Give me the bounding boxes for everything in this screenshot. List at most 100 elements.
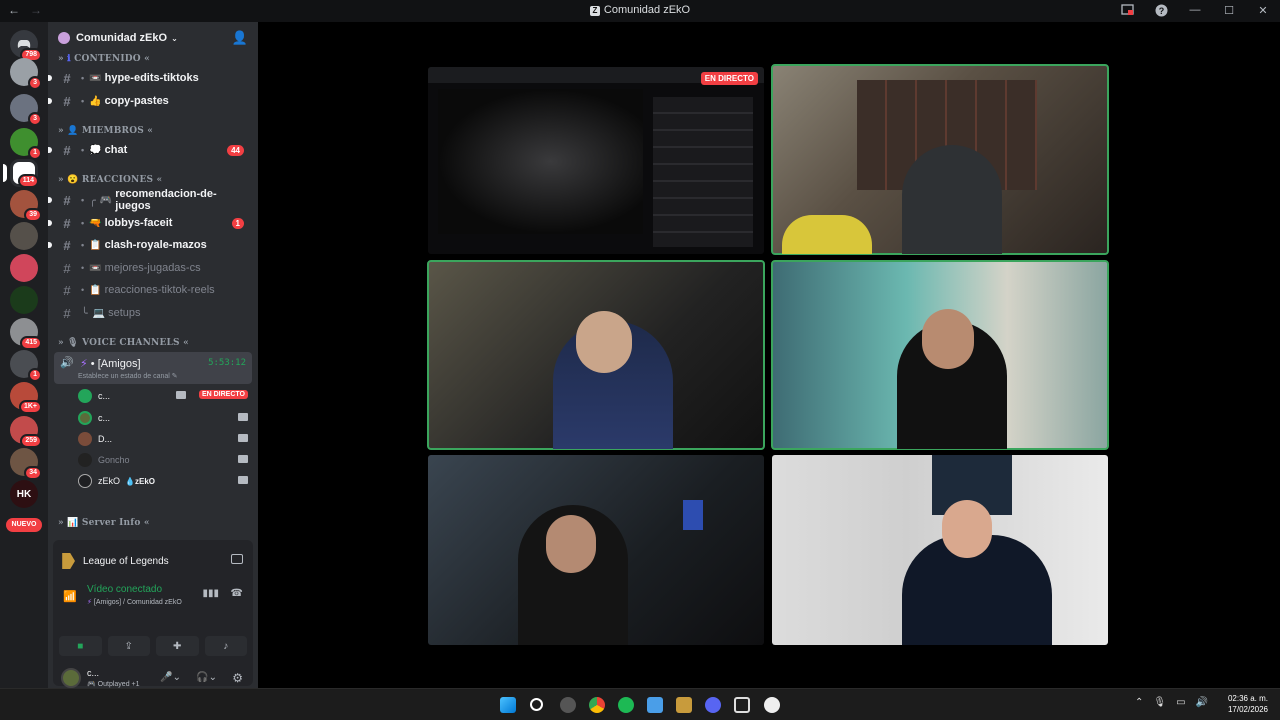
game-name: League of Legends — [83, 555, 169, 567]
server-icon[interactable] — [10, 286, 38, 314]
discord-icon[interactable] — [705, 697, 721, 713]
server-icon-active[interactable]: 114 — [3, 159, 39, 188]
window-title-text: Comunidad zEkO — [603, 4, 691, 16]
server-name: Comunidad zEkO — [76, 32, 168, 44]
gear-icon[interactable]: ⚙ — [232, 671, 243, 685]
channel-name: setups — [108, 307, 141, 319]
unread-badge: 34 — [24, 466, 42, 480]
avatar[interactable] — [61, 668, 81, 688]
new-badge[interactable]: NUEVO — [6, 518, 42, 532]
server-icon[interactable]: 1 — [10, 350, 42, 382]
channel-status[interactable]: Establece un estado de canal ✎ — [78, 372, 178, 380]
help-icon[interactable]: ? — [1154, 3, 1168, 17]
category-reacciones[interactable]: » 😮 REACCIONES « — [58, 175, 162, 185]
app-icon[interactable] — [560, 697, 576, 713]
server-icon[interactable]: 34 — [10, 448, 42, 480]
start-icon[interactable] — [500, 697, 516, 713]
channel-reacciones-tiktok-reels[interactable]: # • 📋 reacciones-tiktok-reels — [54, 280, 252, 300]
user-panel: League of Legends 📶 Vídeo conectado ⚡ [A… — [53, 540, 253, 688]
hash-icon: # — [63, 93, 71, 109]
server-icon[interactable]: 415 — [10, 318, 42, 350]
minimize-icon[interactable]: — — [1188, 3, 1202, 17]
server-icon[interactable]: 1K+ — [10, 382, 42, 414]
blue-light — [683, 500, 703, 530]
voice-timer: 5:53:12 — [208, 358, 246, 368]
voice-user[interactable]: D... — [78, 429, 252, 449]
server-icon[interactable]: 3 — [10, 58, 42, 90]
video-tile[interactable] — [771, 260, 1109, 450]
system-tray: ⌃ 🎙 ▭ 🔊 — [1135, 697, 1208, 708]
unread-badge: 3 — [28, 112, 42, 126]
server-list: 798 3 3 1 114 39 415 1 1K+ 259 34 HK NUE… — [0, 22, 48, 688]
server-icon[interactable]: HK — [10, 480, 38, 508]
league-icon[interactable] — [676, 697, 692, 713]
display-icon[interactable]: ▭ — [1176, 697, 1185, 708]
panda-icon[interactable] — [764, 697, 780, 713]
voice-channel-amigos[interactable]: 🔊 ⚡ • [Amigos] 5:53:12 Establece un esta… — [54, 352, 252, 384]
inbox-icon[interactable] — [1120, 3, 1134, 17]
add-member-icon[interactable]: 👤 — [232, 30, 248, 46]
noise-suppression-icon[interactable]: ▮▮▮ — [202, 588, 219, 599]
video-tile[interactable] — [772, 455, 1108, 645]
voice-user[interactable]: c... EN DIRECTO — [78, 386, 252, 406]
stream-game-icon[interactable] — [231, 554, 243, 564]
category-contenido[interactable]: » ℹ CONTENIDO « — [58, 54, 150, 64]
server-icon — [58, 32, 70, 44]
spotify-icon[interactable] — [618, 697, 634, 713]
category-miembros[interactable]: » 👤 MIEMBROS « — [58, 126, 153, 136]
clock[interactable]: 02:36 a. m. 17/02/2026 — [1228, 693, 1268, 715]
server-header[interactable]: Comunidad zEkO ⌄ 👤 — [48, 22, 258, 54]
channel-setups[interactable]: # ╰ 💻 setups — [54, 303, 252, 323]
channel-hype-edits-tiktoks[interactable]: # • 📼 hype-edits-tiktoks — [48, 68, 252, 88]
server-icon[interactable] — [10, 222, 38, 250]
avatar — [78, 432, 92, 446]
league-of-legends-icon — [62, 553, 75, 569]
volume-icon[interactable]: 🔊 — [1196, 697, 1208, 708]
channel-recomendacion-de-juegos[interactable]: # • ╭ 🎮 recomendacion-de-juegos — [48, 188, 252, 212]
server-icon[interactable] — [10, 254, 38, 282]
connection-status[interactable]: Vídeo conectado — [87, 584, 162, 595]
microphone-icon[interactable]: 🎤⌄ — [160, 672, 181, 683]
username[interactable]: c... — [87, 668, 99, 678]
video-sidebar — [653, 97, 753, 247]
soundboard-button[interactable]: ♪ — [204, 636, 247, 656]
signal-icon[interactable]: 📶 — [63, 590, 77, 603]
current-user: c... 🎮 Outplayed +1 🎤⌄ 🎧⌄ ⚙ — [53, 666, 253, 688]
adobe-icon[interactable] — [734, 697, 750, 713]
voice-user[interactable]: c... — [78, 408, 252, 428]
screen-share-button[interactable]: ⇪ — [107, 636, 150, 656]
microphone-icon[interactable]: 🎙 — [1153, 697, 1166, 708]
server-icon[interactable]: 1 — [10, 128, 42, 160]
direct-messages-icon[interactable]: 798 — [10, 30, 42, 62]
video-tile[interactable] — [428, 455, 764, 645]
disconnect-icon[interactable]: ☎ — [231, 588, 243, 599]
server-icon[interactable]: 3 — [10, 94, 42, 126]
chrome-icon[interactable] — [589, 697, 605, 713]
hash-icon: # — [63, 192, 71, 208]
camera-button[interactable]: ■ — [59, 636, 102, 656]
category-voice-channels[interactable]: » 🎙 VOICE CHANNELS « — [58, 338, 189, 348]
maximize-icon[interactable]: ☐ — [1222, 3, 1236, 17]
hash-icon: # — [63, 260, 71, 276]
screen-share-tile[interactable]: EN DIRECTO — [428, 67, 764, 254]
close-icon[interactable]: ✕ — [1256, 3, 1270, 17]
channel-lobbys-faceit[interactable]: # • 🔫 lobbys-faceit 1 — [48, 213, 252, 233]
server-icon[interactable]: 259 — [10, 416, 42, 448]
category-server-info[interactable]: » 📊 Server Info « — [58, 518, 150, 528]
activities-button[interactable]: ✚ — [156, 636, 199, 656]
channel-copy-pastes[interactable]: # • 👍 copy-pastes — [48, 91, 252, 111]
chevron-up-icon[interactable]: ⌃ — [1135, 697, 1143, 708]
participant-head — [576, 311, 632, 373]
voice-user[interactable]: Goncho — [78, 450, 252, 470]
channel-clash-royale-mazos[interactable]: # • 📋 clash-royale-mazos — [48, 235, 252, 255]
voice-user[interactable]: zEkO 💧zEkO — [78, 471, 252, 491]
headphones-icon[interactable]: 🎧⌄ — [196, 672, 217, 683]
search-icon[interactable] — [530, 698, 543, 711]
notepad-icon[interactable] — [647, 697, 663, 713]
video-tile[interactable] — [771, 64, 1109, 255]
channel-chat[interactable]: # • 💭 chat 44 — [48, 140, 252, 160]
video-tile[interactable] — [427, 260, 765, 450]
channel-mejores-jugadas-cs[interactable]: # • 📼 mejores-jugadas-cs — [54, 258, 252, 278]
avatar — [78, 474, 92, 488]
server-icon[interactable]: 39 — [10, 190, 42, 222]
